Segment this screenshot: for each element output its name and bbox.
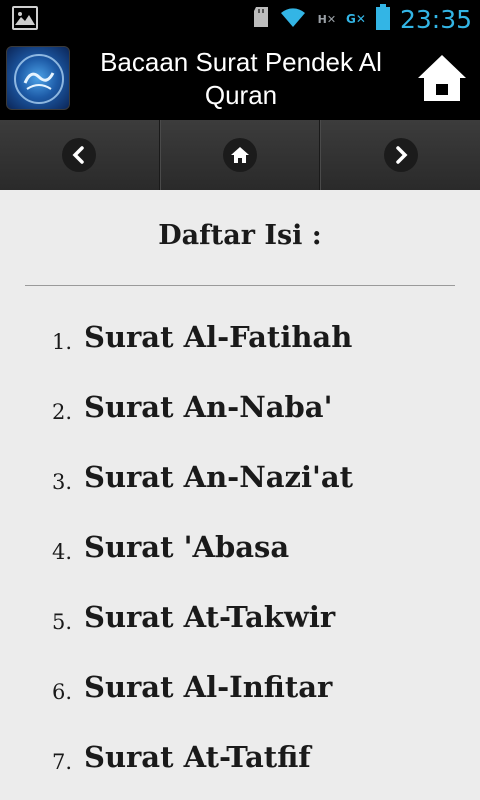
item-number: 3. [52,470,73,494]
chevron-left-icon [72,146,85,164]
item-label[interactable]: Surat At-Takwir [84,600,335,634]
status-bar: H✕ G✕ 23:35 [0,0,480,38]
toc-list: 1. Surat Al-Fatihah 2. Surat An-Naba' 3.… [0,318,480,800]
image-notification-icon [12,6,38,30]
item-label[interactable]: Surat Al-Infitar [84,670,332,704]
item-label[interactable]: Surat An-Nazi'at [84,460,353,494]
toc-heading: Daftar Isi : [158,220,322,251]
item-label[interactable]: Surat An-Naba' [84,390,332,424]
content-area: Daftar Isi : 1. Surat Al-Fatihah 2. Sura… [0,190,480,800]
home-button[interactable] [416,52,468,104]
chevron-right-icon [395,146,408,164]
item-number: 4. [52,540,73,564]
network-label: H [317,12,327,26]
item-number: 5. [52,610,73,634]
toc-item-an-naba[interactable]: 2. Surat An-Naba' [0,388,480,458]
toc-item-at-takwir[interactable]: 5. Surat At-Takwir [0,598,480,668]
toc-item-abasa[interactable]: 4. Surat 'Abasa [0,528,480,598]
clock: 23:35 [399,4,472,34]
gx-label: G [346,12,356,26]
toc-item-al-infitar[interactable]: 6. Surat Al-Infitar [0,668,480,738]
page-title: Bacaan Surat Pendek Al Quran [100,47,382,110]
item-label[interactable]: Surat At-Tatfif [84,740,311,774]
nav-home-button[interactable] [159,120,321,190]
navigation-bar [0,120,480,190]
action-bar: Bacaan Surat Pendek Al Quran [0,38,480,120]
home-icon [231,147,249,163]
toc-item-an-naziat[interactable]: 3. Surat An-Nazi'at [0,458,480,528]
item-number: 7. [52,750,73,774]
home-icon [418,55,466,101]
battery-icon [375,4,390,34]
toc-item-al-fatihah[interactable]: 1. Surat Al-Fatihah [0,318,480,388]
data-icon: G✕ [346,12,366,26]
item-number: 2. [52,400,73,424]
item-number: 6. [52,680,73,704]
previous-button[interactable] [0,120,160,190]
toc-item-at-tatfif[interactable]: 7. Surat At-Tatfif [0,738,480,800]
wifi-icon [278,6,308,32]
divider [25,285,455,286]
item-label[interactable]: Surat Al-Fatihah [84,320,352,354]
quran-app-icon[interactable] [6,46,70,110]
item-number: 1. [52,330,73,354]
signal-icon: H✕ [317,12,337,26]
next-button[interactable] [320,120,480,190]
sd-card-icon [253,7,268,31]
item-label[interactable]: Surat 'Abasa [84,530,289,564]
